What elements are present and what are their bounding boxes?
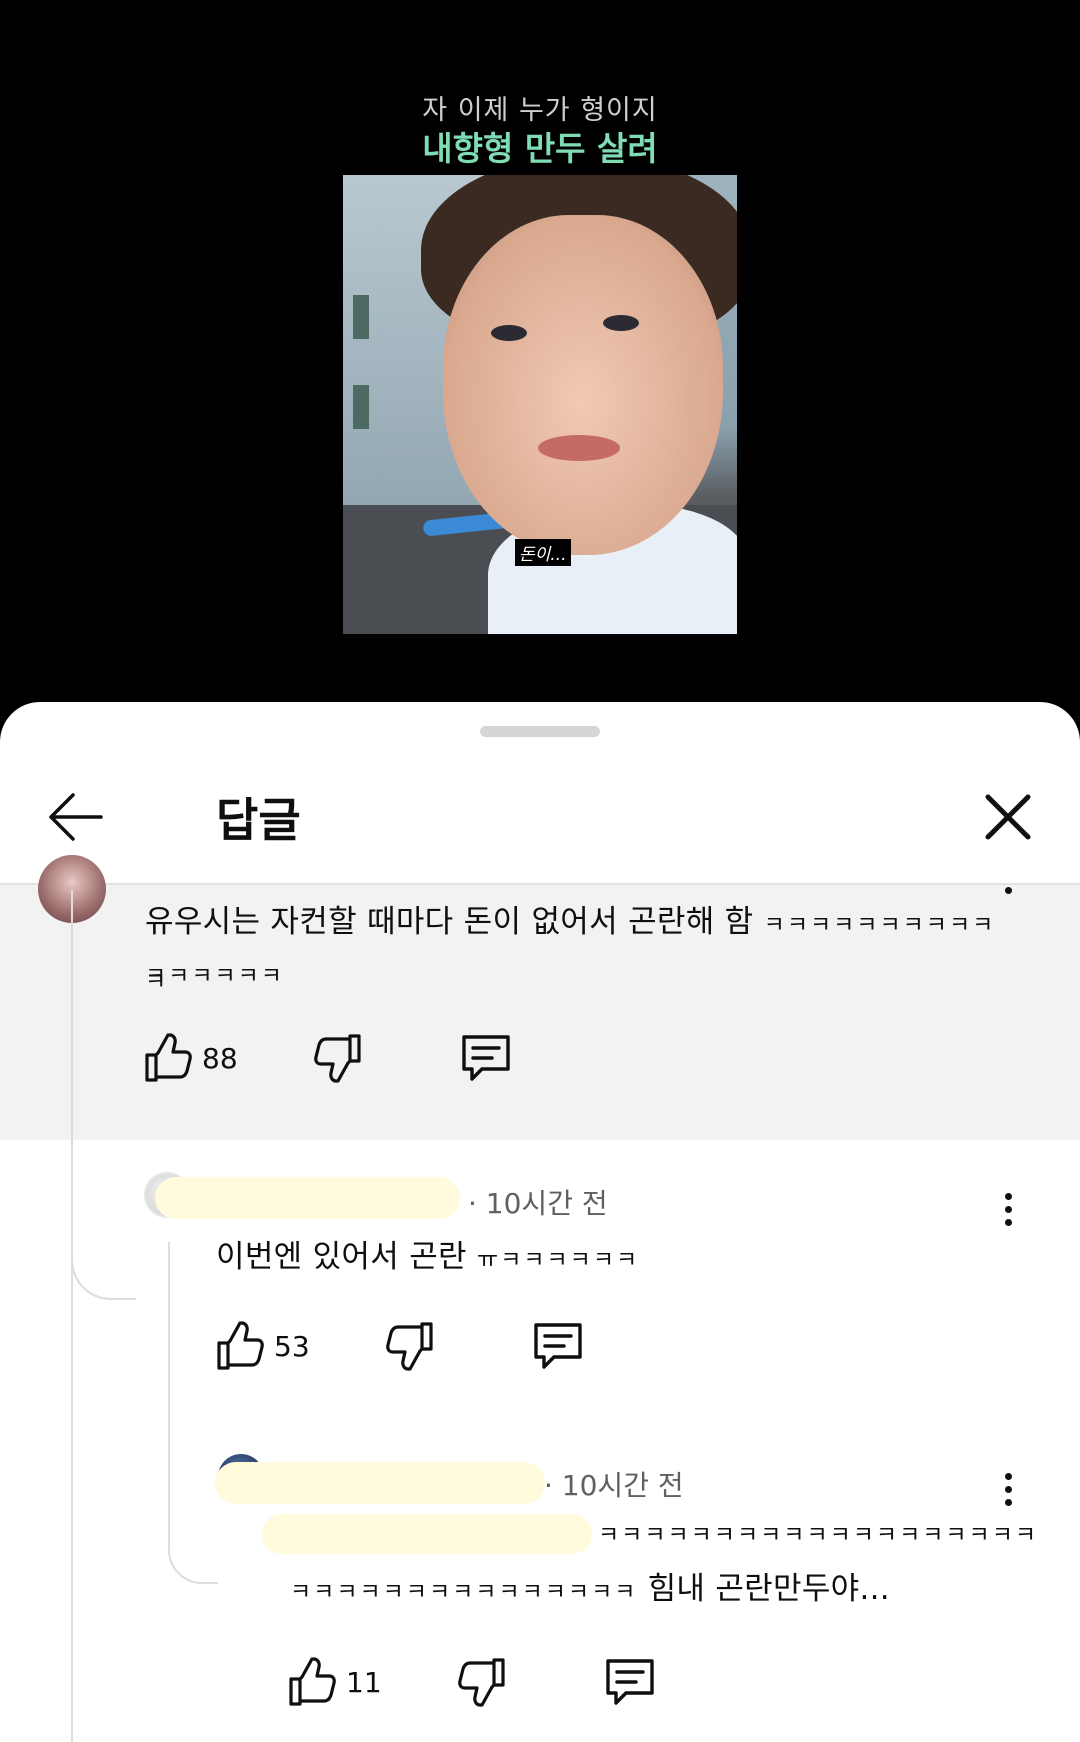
comment-icon	[606, 1659, 654, 1705]
comment-actions: 88	[144, 1030, 544, 1086]
thumbs-up-icon	[289, 1657, 336, 1706]
drag-handle[interactable]	[480, 726, 600, 737]
redacted-username	[155, 1177, 460, 1219]
thumbs-down-icon	[458, 1658, 505, 1707]
thumbs-up-icon	[217, 1321, 264, 1370]
comment-meta: · 10시간 전	[468, 1187, 608, 1220]
comment-icon	[534, 1323, 582, 1369]
comment-meta: · 10시간 전	[544, 1469, 684, 1502]
dislike-button[interactable]	[386, 1318, 434, 1374]
like-count: 53	[274, 1329, 310, 1363]
thumbs-down-icon	[386, 1322, 433, 1371]
reply-button[interactable]	[532, 1318, 584, 1374]
video-caption-title: 내향형 만두 살려	[422, 129, 658, 168]
reply-text: ㅋㅋㅋㅋㅋㅋㅋㅋㅋㅋㅋㅋㅋㅋㅋㅋㅋㅋㅋ	[598, 1522, 1039, 1548]
dislike-button[interactable]	[458, 1654, 506, 1710]
comment-actions: 11	[288, 1654, 688, 1710]
video-player[interactable]: 자 이제 누가 형이지 내향형 만두 살려 돈이...	[0, 0, 1080, 720]
sheet-header: 답글	[0, 762, 1080, 882]
like-button[interactable]: 88	[144, 1030, 238, 1086]
like-button[interactable]: 53	[216, 1318, 310, 1374]
comment-icon	[462, 1035, 510, 1081]
back-button[interactable]	[40, 782, 110, 852]
comment-menu-button[interactable]	[993, 1184, 1023, 1234]
like-count: 11	[346, 1665, 382, 1699]
thumbs-up-icon	[145, 1033, 192, 1082]
redacted-username	[215, 1462, 545, 1504]
reply-text-continued: ㅋㅋㅋㅋㅋㅋㅋㅋㅋㅋㅋㅋㅋㅋㅋ 힘내 곤란만두야...	[290, 1571, 890, 1607]
close-button[interactable]	[975, 784, 1041, 850]
replies-sheet: 답글 유우시는 자컨할 때마다 돈이 없어서 곤란해 함 ㅋㅋㅋㅋㅋㅋㅋㅋㅋㅋㅋ…	[0, 702, 1080, 1742]
comment-text-continued: ㅋㅋㅋㅋㅋㅋ	[145, 963, 284, 989]
like-button[interactable]: 11	[288, 1654, 382, 1710]
video-subtitle: 돈이...	[515, 539, 571, 566]
reply-button[interactable]	[604, 1654, 656, 1710]
highlighted-comment: 유우시는 자컨할 때마다 돈이 없어서 곤란해 함 ㅋㅋㅋㅋㅋㅋㅋㅋㅋㅋㅋ ㅋㅋ…	[0, 855, 1080, 1140]
thread-line	[71, 890, 73, 1742]
comment-menu-button[interactable]	[993, 1464, 1023, 1514]
arrow-left-icon	[49, 793, 103, 841]
reply-button[interactable]	[460, 1030, 512, 1086]
like-count: 88	[202, 1041, 238, 1075]
video-frame: 돈이...	[343, 175, 737, 634]
person-face	[443, 215, 723, 555]
reply-text: 이번엔 있어서 곤란 ㅠㅋㅋㅋㅋㅋㅋ	[216, 1239, 640, 1275]
page-title: 답글	[216, 793, 301, 847]
dislike-button[interactable]	[314, 1030, 362, 1086]
redacted-mention	[262, 1514, 592, 1554]
comment-actions: 53	[216, 1318, 616, 1374]
close-icon	[985, 794, 1031, 840]
thumbs-down-icon	[314, 1034, 361, 1083]
